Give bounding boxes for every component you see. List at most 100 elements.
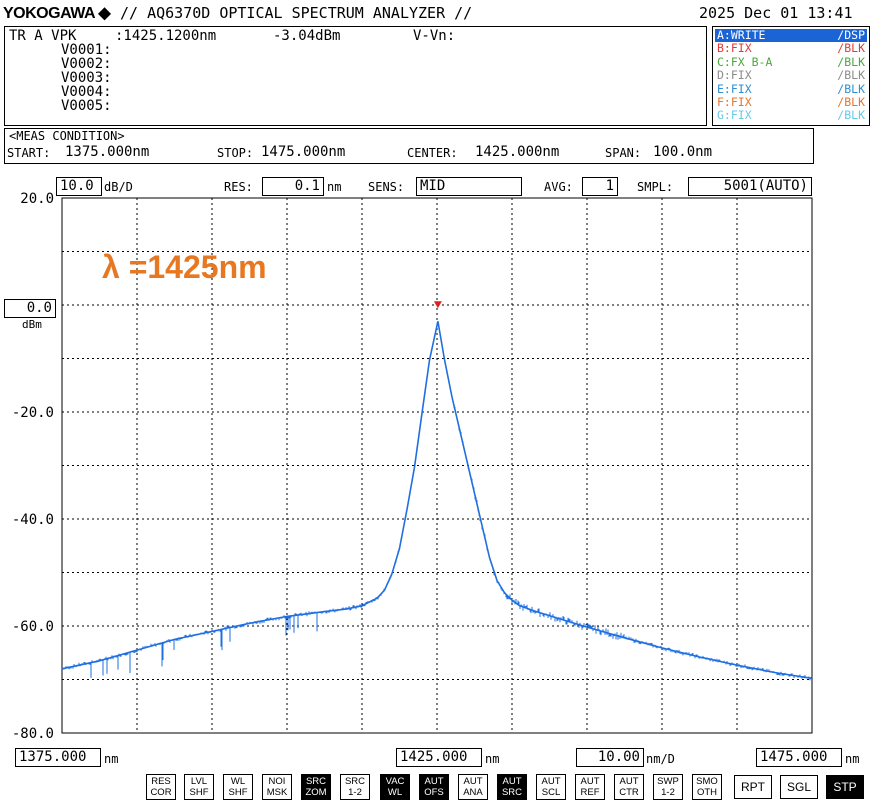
brand-logo: YOKOGAWA ◆ <box>3 5 111 22</box>
marker-5: V0005: <box>61 98 112 114</box>
wavelength-annotation: λ =1425nm <box>102 249 267 285</box>
indicator-src-1-2: SRC 1-2 <box>340 774 370 800</box>
trace-label: A:WRITE <box>717 28 766 42</box>
center-wl-field[interactable]: 1425.000 <box>396 748 482 767</box>
indicator-bottom-text: SCL <box>541 787 561 798</box>
trace-legend-row[interactable]: D:FIX/BLK <box>715 68 867 83</box>
indicator-lvl-shf: LVL SHF <box>184 774 214 800</box>
indicator-aut-ctr: AUT CTR <box>614 774 644 800</box>
trace-legend-row[interactable]: E:FIX/BLK <box>715 81 867 96</box>
indicator-top-text: AUT <box>580 776 600 787</box>
spectrum-trace-a <box>61 321 813 680</box>
indicator-top-text: NOI <box>268 776 286 787</box>
peak-wavelength: :1425.1200nm <box>115 28 217 44</box>
indicator-bottom-text: OFS <box>424 787 444 798</box>
marker-2: V0002: <box>61 56 112 72</box>
indicator-top-text: VAC <box>385 776 405 787</box>
indicator-top-text: AUT <box>463 776 483 787</box>
peak-level: -3.04dBm <box>273 28 341 44</box>
delta-marker-label: V-Vn: <box>413 28 456 44</box>
center-wl-unit: nm <box>485 752 500 766</box>
indicator-src-zom: SRC ZOM <box>301 774 331 800</box>
span-value: 100.0nm <box>653 144 713 160</box>
indicator-bottom-text: SHF <box>189 787 209 798</box>
avg-field[interactable]: 1 <box>582 177 618 196</box>
indicator-top-text: WL <box>230 776 246 787</box>
indicator-bottom-text: 1-2 <box>348 787 362 798</box>
indicator-bottom-text: REF <box>580 787 600 798</box>
marker-panel: TR A VPK :1425.1200nm -3.04dBm V-Vn: V00… <box>4 26 707 126</box>
indicator-vac-wl: VAC WL <box>380 774 410 800</box>
indicator-bottom-text: SHF <box>228 787 248 798</box>
trace-legend-row[interactable]: F:FIX/BLK <box>715 94 867 109</box>
scale-unit: dB/D <box>104 180 133 194</box>
trace-legend-row[interactable]: A:WRITE/DSP <box>715 28 867 43</box>
stop-value: 1475.000nm <box>261 144 346 160</box>
y-tick-label: 20.0 <box>20 191 54 207</box>
indicator-bottom-text: MSK <box>266 787 288 798</box>
peak-marker <box>433 301 442 309</box>
span-div-field[interactable]: 10.00 <box>576 748 644 767</box>
span-div-unit: nm/D <box>646 752 675 766</box>
indicator-top-text: AUT <box>541 776 561 787</box>
indicator-aut-ana: AUT ANA <box>458 774 488 800</box>
trace-legend-row[interactable]: G:FIX/BLK <box>715 108 867 123</box>
trace-label: C:FX B-A <box>717 54 773 69</box>
trace-label: E:FIX <box>717 81 752 96</box>
y-tick-label: -40.0 <box>12 512 54 528</box>
res-label: RES: <box>224 180 253 194</box>
indicator-aut-scl: AUT SCL <box>536 774 566 800</box>
stp-button[interactable]: STP <box>826 775 864 799</box>
trace-label: D:FIX <box>717 68 752 83</box>
trace-mode: /BLK <box>837 41 865 56</box>
sens-label: SENS: <box>368 180 405 194</box>
indicator-res-cor: RES COR <box>146 774 176 800</box>
trace-mode: /BLK <box>837 81 865 96</box>
plot-frame <box>61 197 813 734</box>
trace-legend: A:WRITE/DSP B:FIX/BLK C:FX B-A/BLK D:FIX/BL… <box>712 26 870 126</box>
trace-label: B:FIX <box>717 41 752 56</box>
indicator-noi-msk: NOI MSK <box>262 774 292 800</box>
trace-mode: /BLK <box>837 54 865 69</box>
center-value: 1425.000nm <box>475 144 560 160</box>
indicator-bottom-text: ZOM <box>305 787 327 798</box>
sens-field[interactable]: MID <box>416 177 522 196</box>
ref-level-field[interactable]: 0.0 <box>4 299 56 318</box>
trace-legend-row[interactable]: C:FX B-A/BLK <box>715 54 867 69</box>
scale-field[interactable]: 10.0 <box>56 177 102 196</box>
indicator-aut-ofs: AUT OFS <box>419 774 449 800</box>
start-label: START: <box>7 146 51 160</box>
indicator-top-text: AUT <box>502 776 522 787</box>
start-wl-unit: nm <box>104 752 119 766</box>
trace-label: G:FIX <box>717 108 752 123</box>
indicator-smo-oth: SMO OTH <box>692 774 722 800</box>
sgl-button[interactable]: SGL <box>780 775 818 799</box>
indicator-aut-ref: AUT REF <box>575 774 605 800</box>
y-tick-label: -20.0 <box>12 405 54 421</box>
meas-condition-title: <MEAS CONDITION> <box>9 129 125 143</box>
spectrum-trace-noise <box>62 321 812 681</box>
indicator-bottom-text: WL <box>387 787 403 798</box>
rpt-button[interactable]: RPT <box>734 775 772 799</box>
trace-mode: /BLK <box>837 108 865 123</box>
indicator-top-text: RES <box>151 776 171 787</box>
stop-label: STOP: <box>217 146 254 160</box>
trace-legend-row[interactable]: B:FIX/BLK <box>715 41 867 56</box>
start-wl-field[interactable]: 1375.000 <box>15 748 101 767</box>
res-unit: nm <box>327 180 342 194</box>
smpl-field[interactable]: 5001(AUTO) <box>688 177 812 196</box>
trace-label: F:FIX <box>717 94 752 109</box>
ref-label: REF <box>61 302 83 316</box>
indicator-bottom-text: OTH <box>696 787 718 798</box>
res-field[interactable]: 0.1 <box>262 177 324 196</box>
datetime: 2025 Dec 01 13:41 <box>699 4 853 22</box>
indicator-aut-src: AUT SRC <box>497 774 527 800</box>
indicator-top-text: AUT <box>619 776 639 787</box>
indicator-bottom-text: ANA <box>463 787 483 798</box>
marker-1: V0001: <box>61 42 112 58</box>
indicator-bottom-text: COR <box>150 787 172 798</box>
indicator-top-text: SRC <box>305 776 327 787</box>
stop-wl-field[interactable]: 1475.000 <box>756 748 842 767</box>
indicator-bottom-text: SRC <box>501 787 523 798</box>
indicator-top-text: AUT <box>424 776 444 787</box>
